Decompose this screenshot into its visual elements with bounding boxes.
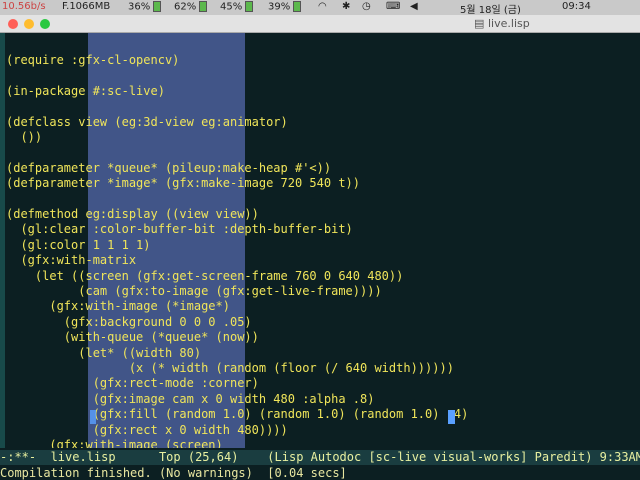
input-source-icon[interactable]: ⌨ [386,1,400,12]
fringe [0,33,5,448]
code-line[interactable]: (defparameter *queue* (pileup:make-heap … [6,161,331,176]
code-line[interactable]: (gfx:rect x 0 width 480)))) [6,423,288,438]
code-line[interactable]: (let* ((width 80) [6,346,201,361]
code-line[interactable]: (cam (gfx:to-image (gfx:get-live-frame))… [6,284,381,299]
minimize-button[interactable] [24,19,34,29]
battery-icon [199,1,208,12]
code-line[interactable]: (in-package #:sc-live) [6,84,165,99]
battery-icon [153,1,162,12]
code-line[interactable]: (gfx:image cam x 0 width 480 :alpha .8) [6,392,375,407]
volume-icon[interactable]: ◀ [410,1,418,12]
memory-usage: F.1066MB [62,1,111,12]
editor-buffer[interactable]: (require :gfx-cl-opencv) (in-package #:sc… [0,33,640,448]
battery-3[interactable]: 45% [220,1,254,13]
code-line[interactable]: (gfx:fill (random 1.0) (random 1.0) (ran… [6,407,469,422]
code-line[interactable]: (require :gfx-cl-opencv) [6,53,179,68]
code-line[interactable]: (gfx:with-matrix [6,253,136,268]
document-icon: ▤ [474,17,485,30]
code-line[interactable]: (gfx:background 0 0 0 .05) [6,315,252,330]
mode-line: -:**- live.lisp Top (25,64) (Lisp Autodo… [0,450,640,465]
battery-2[interactable]: 62% [174,1,208,13]
window-title: live.lisp [488,17,530,30]
wifi-icon[interactable]: ◠ [318,1,327,12]
battery-icon [293,1,302,12]
text-cursor [448,410,455,424]
secondary-cursor [90,410,96,424]
zoom-button[interactable] [40,19,50,29]
code-line[interactable]: (x (* width (random (floor (/ 640 width)… [6,361,454,376]
window-titlebar[interactable]: ▤ live.lisp [0,15,640,33]
code-line[interactable]: (gfx:with-image (screen) [6,438,222,448]
battery-1[interactable]: 36% [128,1,162,13]
code-line[interactable]: (let ((screen (gfx:get-screen-frame 760 … [6,269,403,284]
battery-icon [245,1,254,12]
code-line[interactable]: (gl:color 1 1 1 1) [6,238,150,253]
code-line[interactable]: (defclass view (eg:3d-view eg:animator) [6,115,288,130]
code-line[interactable]: (with-queue (*queue* (now)) [6,330,259,345]
battery-4[interactable]: 39% [268,1,302,13]
code-line[interactable]: (gfx:rect-mode :corner) [6,376,259,391]
code-line[interactable]: (defparameter *image* (gfx:make-image 72… [6,176,360,191]
time-machine-icon[interactable]: ◷ [362,1,371,12]
code-line[interactable]: (defmethod eg:display ((view view)) [6,207,259,222]
network-speed: 10.56b/s [2,1,46,12]
code-line[interactable]: (gfx:with-image (*image*) [6,299,230,314]
menu-bar: 10.56b/s F.1066MB 36% 62% 45% 39% ◠ ✱ ◷ … [0,0,640,16]
minibuffer[interactable]: Compilation finished. (No warnings) [0.0… [0,466,640,480]
close-button[interactable] [8,19,18,29]
code-line[interactable]: ()) [6,130,42,145]
code-line[interactable]: (gl:clear :color-buffer-bit :depth-buffe… [6,222,352,237]
menubar-time[interactable]: 09:34 [562,1,591,12]
bluetooth-icon[interactable]: ✱ [342,1,350,12]
menubar-date[interactable]: 5월 18일 (금) [460,1,521,16]
